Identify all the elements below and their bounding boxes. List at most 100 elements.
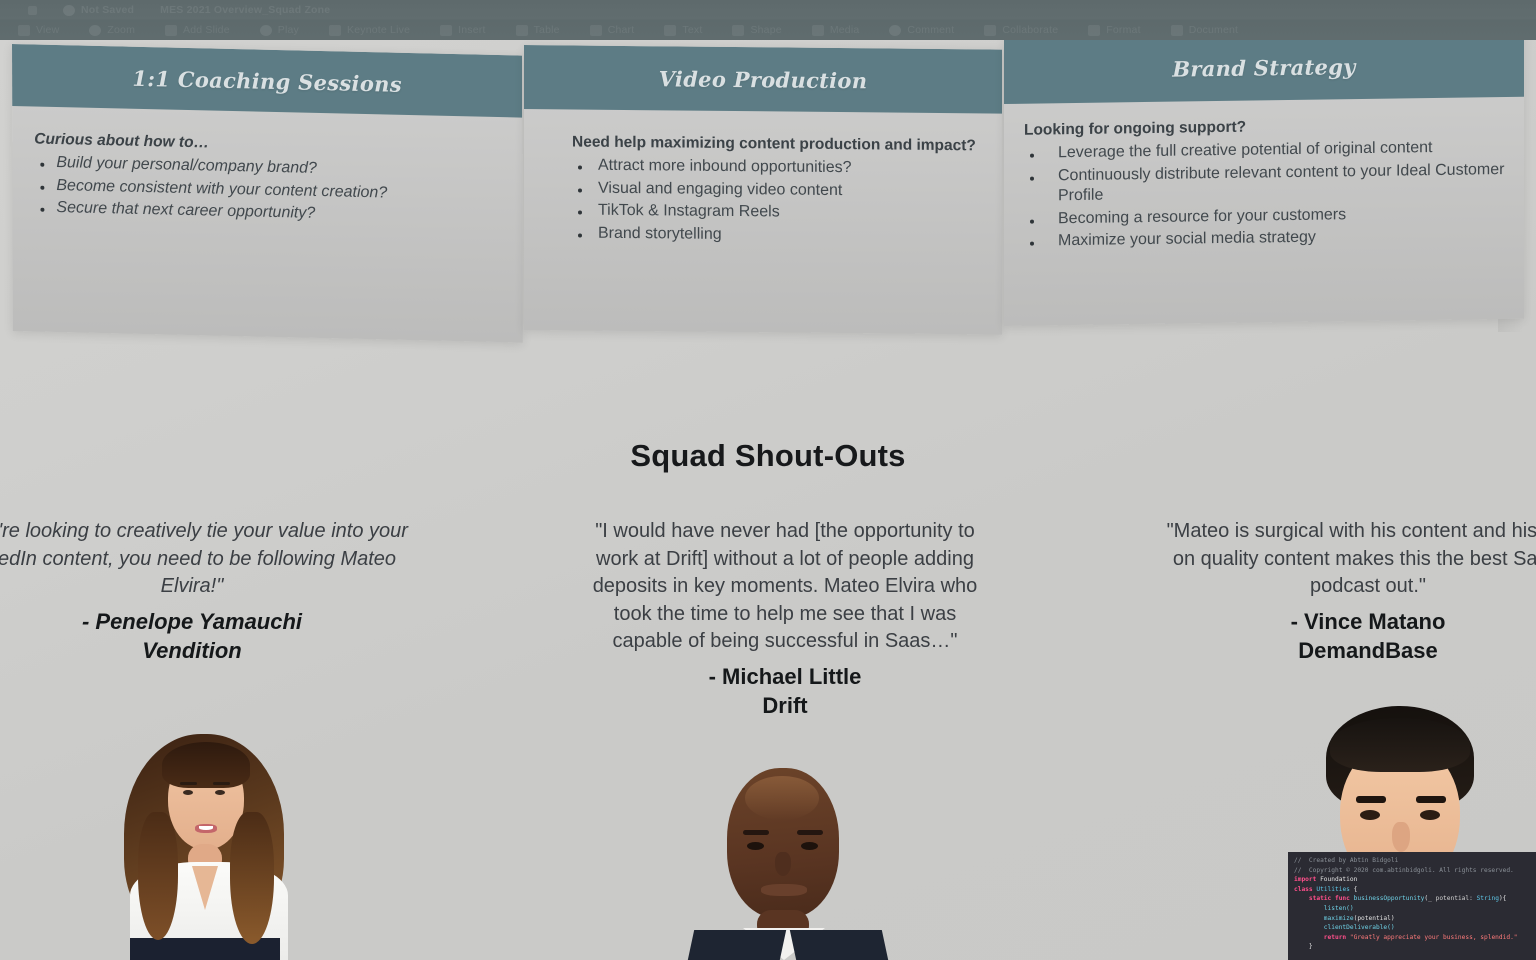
toolbar-item-label: Shape bbox=[750, 24, 782, 36]
feature-cards-row: 1:1 Coaching Sessions Curious about how … bbox=[0, 0, 1536, 360]
toolbar-item-label: Play bbox=[277, 24, 299, 36]
toolbar-item-insert-icon[interactable]: Insert bbox=[440, 24, 485, 36]
testimonial-vince: "Mateo is surgical with his content and … bbox=[1058, 518, 1536, 665]
code-line: clientDeliverable() bbox=[1294, 923, 1536, 933]
code-token: ){ bbox=[1498, 895, 1507, 903]
zoom-icon bbox=[89, 24, 102, 36]
toolbar-item-pencil-icon[interactable] bbox=[28, 5, 37, 15]
card-video-production[interactable]: Video Production Need help maximizing co… bbox=[524, 45, 1002, 335]
testimonial-company: DemandBase bbox=[1298, 638, 1438, 664]
testimonial-quote: "I would have never had [the opportunity… bbox=[592, 520, 978, 653]
code-token: (potential) bbox=[1353, 914, 1395, 922]
code-line: return "Greatly appreciate your business… bbox=[1294, 933, 1536, 943]
avatar-michael bbox=[630, 752, 930, 960]
collaborate-icon bbox=[984, 24, 997, 36]
toolbar-item-collaborate-icon[interactable]: Collaborate bbox=[984, 24, 1058, 36]
code-token: _ potential: bbox=[1428, 895, 1477, 903]
media-icon bbox=[811, 24, 824, 36]
card-title-video: Video Production bbox=[658, 65, 868, 93]
toolbar-item-view-icon[interactable]: View bbox=[18, 24, 59, 36]
code-token: Foundation bbox=[1316, 876, 1358, 884]
code-token: listen() bbox=[1294, 904, 1354, 912]
page-title: Squad Shout-Outs bbox=[630, 438, 906, 473]
card-body-coaching: Curious about how to… Build your persona… bbox=[12, 106, 522, 241]
code-token: return bbox=[1294, 933, 1347, 941]
toolbar-actions-row[interactable]: View Zoom Add Slide Play Keynote Live Insert T… bbox=[0, 20, 1536, 40]
toolbar-item-label: Format bbox=[1106, 24, 1141, 36]
code-line: // Copyright © 2020 com.abtinbidgoli. Al… bbox=[1294, 866, 1536, 876]
code-token: "Greatly appreciate your business, splen… bbox=[1346, 933, 1518, 941]
toolbar-item-format-icon[interactable]: Format bbox=[1088, 24, 1141, 36]
toolbar-item-label: Zoom bbox=[107, 24, 136, 36]
testimonials-row: ou're looking to creatively tie your val… bbox=[0, 518, 1536, 728]
code-line: // Created by Abtin Bidgoli bbox=[1294, 856, 1536, 866]
toolbar-item-item-2[interactable]: MES 2021 Overview_Squad Zone bbox=[160, 4, 330, 16]
code-token: { bbox=[1349, 885, 1358, 893]
toolbar-item-cloud-icon[interactable]: Not Saved bbox=[63, 4, 134, 16]
list-item: Attract more inbound opportunities? bbox=[572, 156, 986, 180]
card-header-brand: Brand Strategy bbox=[1004, 31, 1524, 104]
code-token: static func bbox=[1308, 895, 1350, 903]
pencil-icon bbox=[28, 5, 37, 15]
document-icon bbox=[1170, 24, 1183, 36]
code-token: Utilities bbox=[1312, 885, 1350, 893]
toolbar-item-add-slide-icon[interactable]: Add Slide bbox=[165, 24, 230, 36]
card-coaching-sessions[interactable]: 1:1 Coaching Sessions Curious about how … bbox=[12, 44, 523, 343]
toolbar-item-label: Add Slide bbox=[183, 24, 230, 36]
code-snippet-overlay: // Created by Abtin Bidgoli // Copyright … bbox=[1288, 852, 1536, 960]
text-icon bbox=[664, 24, 677, 36]
shape-icon bbox=[732, 24, 745, 36]
testimonial-author: - Penelope Yamauchi bbox=[81, 608, 303, 634]
toolbar-item-label: Not Saved bbox=[81, 4, 135, 16]
code-line: } bbox=[1294, 942, 1536, 952]
toolbar-item-chart-icon[interactable]: Chart bbox=[589, 24, 635, 36]
toolbar-item-zoom-icon[interactable]: Zoom bbox=[89, 24, 135, 36]
card-body-brand: Looking for ongoing support? Leverage th… bbox=[1004, 97, 1524, 265]
testimonial-michael: "I would have never had [the opportunity… bbox=[540, 518, 1030, 720]
toolbar-item-media-icon[interactable]: Media bbox=[811, 24, 860, 36]
list-item: Brand storytelling bbox=[572, 223, 986, 247]
code-token: import bbox=[1294, 876, 1317, 884]
testimonial-company: Drift bbox=[762, 693, 808, 719]
app-toolbar[interactable]: Not Saved MES 2021 Overview_Squad Zone Vi… bbox=[0, 0, 1536, 40]
format-icon bbox=[1088, 24, 1101, 36]
keynote-live-icon bbox=[329, 24, 341, 36]
cloud-icon bbox=[63, 4, 75, 16]
view-icon bbox=[18, 24, 30, 36]
list-item: Continuously distribute relevant content… bbox=[1024, 160, 1508, 208]
play-icon bbox=[259, 24, 272, 36]
toolbar-item-label: Text bbox=[682, 24, 703, 36]
toolbar-item-shape-icon[interactable]: Shape bbox=[732, 24, 782, 36]
table-icon bbox=[515, 24, 528, 36]
card-brand-strategy[interactable]: Brand Strategy Looking for ongoing suppo… bbox=[1004, 31, 1524, 327]
toolbar-item-label: View bbox=[36, 24, 60, 36]
toolbar-item-text-icon[interactable]: Text bbox=[664, 24, 702, 36]
toolbar-item-label: Media bbox=[829, 24, 860, 36]
toolbar-item-document-icon[interactable]: Document bbox=[1170, 24, 1239, 36]
toolbar-item-play-icon[interactable]: Play bbox=[259, 24, 299, 36]
code-token: businessOpportunity bbox=[1349, 895, 1425, 903]
toolbar-item-label: Comment bbox=[907, 24, 955, 36]
toolbar-item-table-icon[interactable]: Table bbox=[515, 24, 560, 36]
card-bullets-coaching: Build your personal/company brand? Becom… bbox=[34, 153, 506, 229]
toolbar-item-label: Collaborate bbox=[1002, 24, 1059, 36]
code-line: class Utilities { bbox=[1294, 885, 1536, 895]
toolbar-item-label: Document bbox=[1188, 24, 1239, 36]
toolbar-item-keynote-live-icon[interactable]: Keynote Live bbox=[329, 24, 410, 36]
toolbar-item-label: Keynote Live bbox=[347, 24, 411, 36]
testimonial-author: - Michael Little bbox=[708, 663, 862, 689]
code-token: // Copyright © 2020 com.abtinbidgoli. Al… bbox=[1294, 866, 1514, 874]
card-body-video: Need help maximizing content production … bbox=[524, 109, 1002, 260]
list-item: Maximize your social media strategy bbox=[1024, 225, 1508, 252]
code-line: import Foundation bbox=[1294, 875, 1536, 885]
toolbar-item-label: Table bbox=[533, 24, 560, 36]
code-token: // Created by Abtin Bidgoli bbox=[1294, 857, 1399, 864]
card-lead-video: Need help maximizing content production … bbox=[572, 133, 976, 155]
list-item: TikTok & Instagram Reels bbox=[572, 201, 986, 225]
code-line: maximize(potential) bbox=[1294, 914, 1536, 924]
code-line: listen() bbox=[1294, 904, 1536, 914]
avatar-penelope bbox=[60, 720, 360, 960]
toolbar-item-comment-icon[interactable]: Comment bbox=[889, 24, 954, 36]
testimonial-quote: "Mateo is surgical with his content and … bbox=[1166, 520, 1536, 598]
comment-icon bbox=[889, 24, 902, 36]
